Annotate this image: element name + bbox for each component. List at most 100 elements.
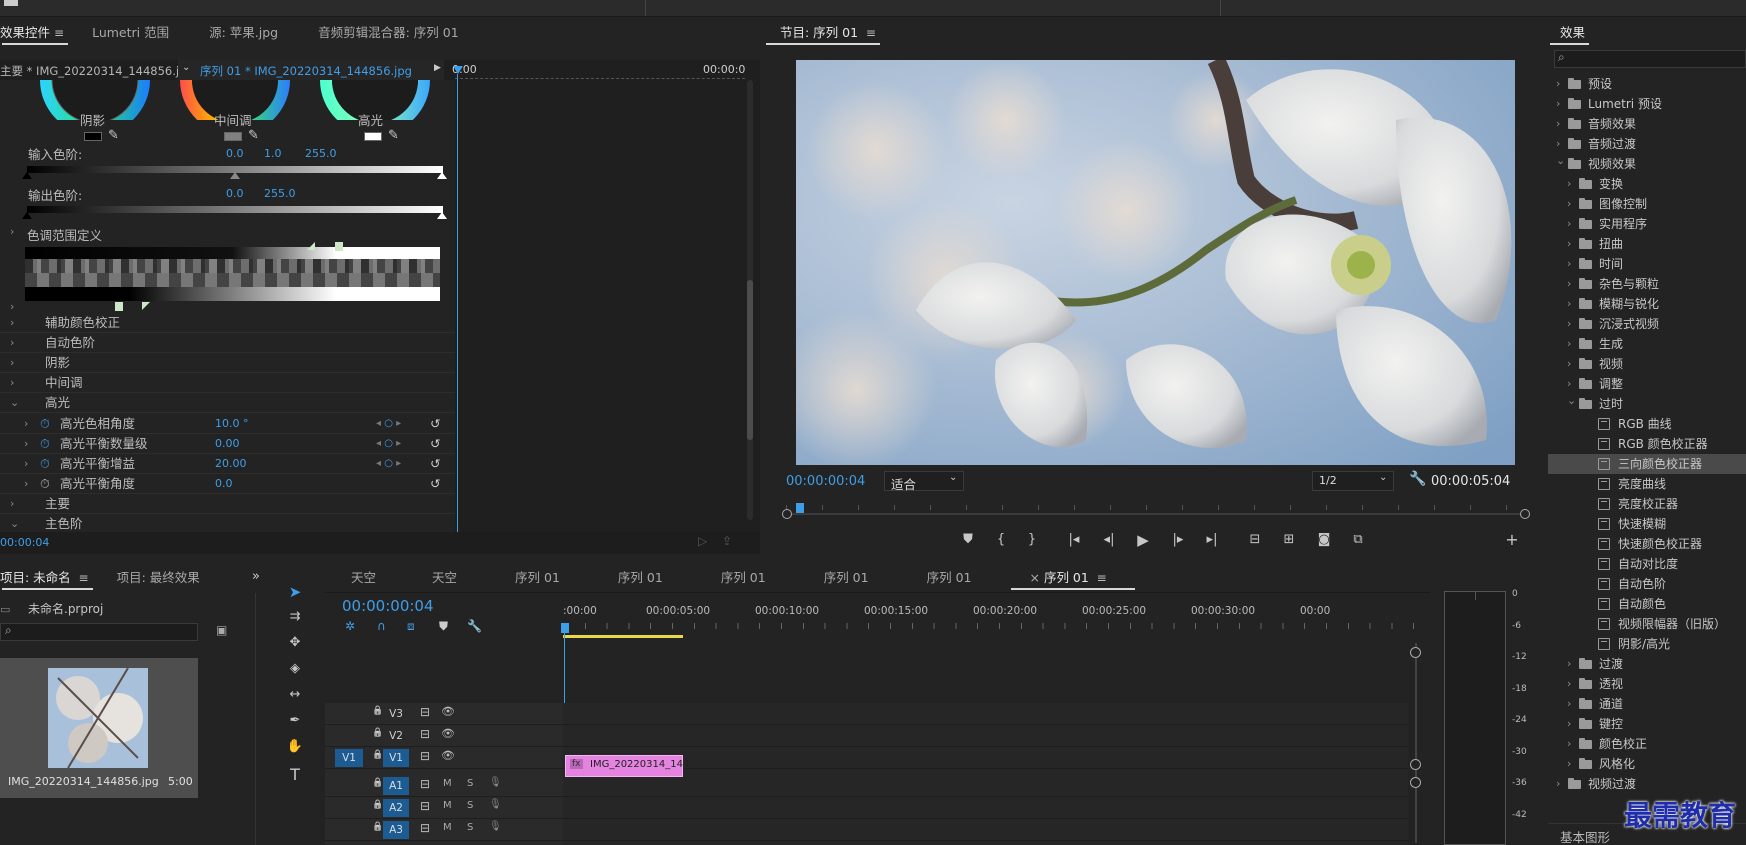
effect-folder[interactable]: › 实用程序	[1548, 214, 1746, 234]
slider-handle[interactable]	[437, 212, 447, 219]
slider-handle[interactable]	[22, 172, 32, 179]
stopwatch-icon[interactable]: ⏱	[40, 414, 50, 434]
section-row[interactable]: › 阴影	[0, 353, 455, 373]
v-scroll-handle[interactable]	[1410, 777, 1421, 788]
tab-project-final[interactable]: 项目: 最终效果	[103, 563, 214, 593]
chevron-down-icon[interactable]: ⌄	[1556, 151, 1565, 171]
effect-folder[interactable]: › 过渡	[1548, 654, 1746, 674]
property-value[interactable]: 10.0 °	[215, 414, 249, 434]
ec-scrollbar[interactable]	[747, 80, 753, 520]
keyframe-nav-icon[interactable]: ◂ ○ ▸	[376, 454, 401, 474]
lock-icon[interactable]: 🔒	[372, 778, 383, 788]
stopwatch-icon[interactable]: ⏱	[40, 434, 50, 454]
output-levels-slider[interactable]	[27, 206, 443, 213]
chevron-right-icon[interactable]: ›	[10, 300, 14, 313]
track-name[interactable]: A2	[383, 799, 409, 817]
effect-folder[interactable]: › 视频	[1548, 354, 1746, 374]
extract-icon[interactable]: ⊞	[1277, 532, 1301, 547]
timeline-tab[interactable]: 序列 01	[701, 563, 804, 593]
step-back-icon[interactable]: ◂|	[1097, 532, 1121, 547]
effect-item[interactable]: 亮度校正器	[1548, 494, 1746, 514]
master-clip-label[interactable]: 主要 * IMG_20220314_144856.jpg	[0, 63, 194, 79]
effect-folder[interactable]: › 杂色与颗粒	[1548, 274, 1746, 294]
effect-folder[interactable]: › 透视	[1548, 674, 1746, 694]
go-to-out-icon[interactable]: ▸|	[1200, 532, 1224, 547]
video-track-header[interactable]: 🔒 V2 ⊟ 👁	[325, 725, 1408, 747]
v-scroll-handle[interactable]	[1410, 647, 1421, 658]
section-row[interactable]: › 中间调	[0, 373, 455, 393]
timeline-timecode[interactable]: 00:00:00:04	[342, 597, 434, 615]
chevron-right-icon[interactable]: ›	[1567, 654, 1571, 674]
effect-folder[interactable]: › 风格化	[1548, 754, 1746, 774]
tab-effect-controls[interactable]: 效果控件 ≡	[0, 18, 78, 48]
stopwatch-icon[interactable]: ⏱	[40, 474, 50, 494]
track-name[interactable]: V3	[383, 705, 409, 723]
track-name[interactable]: V2	[383, 727, 409, 745]
sequence-clip-dropdown[interactable]: ⌄ 序列 01 * IMG_20220314_144856.jpg ▶	[178, 60, 444, 80]
panel-menu-icon[interactable]: ≡	[54, 26, 64, 40]
chevron-right-icon[interactable]: ›	[1567, 734, 1571, 754]
effect-item[interactable]: 自动色阶	[1548, 574, 1746, 594]
effect-folder[interactable]: › 变换	[1548, 174, 1746, 194]
property-row[interactable]: › ⏱ 高光色相角度 10.0 ° ◂ ○ ▸ ↺	[0, 414, 455, 434]
track-name[interactable]: A3	[383, 821, 409, 839]
razor-tool-icon[interactable]: ◈	[283, 661, 307, 676]
track-select-tool-icon[interactable]: ⇉	[283, 609, 307, 624]
reset-icon[interactable]: ↺	[430, 434, 440, 454]
chevron-right-icon[interactable]: ›	[1567, 674, 1571, 694]
timeline-tab[interactable]: × 序列 01 ≡	[1009, 563, 1144, 593]
slider-handle[interactable]	[230, 172, 240, 179]
chevron-right-icon[interactable]: ›	[1567, 254, 1571, 274]
effect-folder[interactable]: › 生成	[1548, 334, 1746, 354]
project-search[interactable]: ⌕	[0, 623, 198, 641]
effect-folder[interactable]: › 键控	[1548, 714, 1746, 734]
lift-icon[interactable]: ⊟	[1243, 532, 1267, 547]
lock-icon[interactable]: 🔒	[372, 728, 383, 738]
comparison-view-icon[interactable]: ⧉	[1346, 532, 1370, 547]
effect-item[interactable]: 自动对比度	[1548, 554, 1746, 574]
scrub-end-handle[interactable]	[782, 509, 792, 519]
track-name[interactable]: V1	[383, 749, 409, 767]
effect-folder[interactable]: › 模糊与锐化	[1548, 294, 1746, 314]
voiceover-mic-icon[interactable]: 🎙	[489, 821, 502, 832]
lock-icon[interactable]: 🔒	[372, 706, 383, 716]
play-icon[interactable]: ▶	[1131, 531, 1155, 549]
eye-icon[interactable]: 👁	[441, 749, 455, 762]
wrench-icon[interactable]: 🔧	[467, 619, 482, 633]
effect-folder[interactable]: ⌄ 过时	[1548, 394, 1746, 414]
effect-folder[interactable]: › 图像控制	[1548, 194, 1746, 214]
mute-button[interactable]: M	[443, 800, 452, 811]
tab-audio-clip-mixer[interactable]: 音频剪辑混合器: 序列 01	[292, 18, 473, 48]
sync-lock-icon[interactable]: ⊟	[420, 777, 430, 791]
program-current-time[interactable]: 00:00:00:04	[786, 474, 865, 489]
sync-lock-icon[interactable]: ⊟	[420, 799, 430, 813]
effect-folder[interactable]: › Lumetri 预设	[1548, 94, 1746, 114]
tone-handle[interactable]	[307, 242, 315, 250]
timeline-ruler[interactable]: :00:00 00:00:05:00 00:00:10:00 00:00:15:00 0…	[563, 605, 1423, 635]
mark-out-icon[interactable]: }	[1020, 532, 1044, 547]
chevron-right-icon[interactable]: ›	[1567, 694, 1571, 714]
filter-icon[interactable]: ▷	[698, 534, 707, 548]
mute-button[interactable]: M	[443, 822, 452, 833]
effect-folder[interactable]: › 预设	[1548, 74, 1746, 94]
effect-folder[interactable]: › 颜色校正	[1548, 734, 1746, 754]
chevron-right-icon[interactable]: ›	[1556, 114, 1560, 134]
timeline-tab[interactable]: 序列 01	[495, 563, 598, 593]
effects-search[interactable]: ⌕	[1554, 50, 1746, 68]
effect-folder[interactable]: › 视频过渡	[1548, 774, 1746, 794]
scrub-playhead[interactable]	[796, 503, 804, 513]
effect-folder[interactable]: › 时间	[1548, 254, 1746, 274]
chevron-right-icon[interactable]: ›	[10, 225, 14, 238]
keyframe-nav-icon[interactable]: ◂ ○ ▸	[376, 434, 401, 454]
sync-lock-icon[interactable]: ⊟	[420, 705, 430, 719]
slider-handle[interactable]	[437, 172, 447, 179]
panel-menu-icon[interactable]: ≡	[862, 26, 876, 40]
eyedropper-icon[interactable]: ✎	[248, 128, 259, 143]
eye-icon[interactable]: 👁	[441, 727, 455, 740]
effect-item[interactable]: 视频限幅器（旧版）	[1548, 614, 1746, 634]
property-row[interactable]: › ⏱ 高光平衡增益 20.00 ◂ ○ ▸ ↺	[0, 454, 455, 474]
linked-selection-icon[interactable]: ⧈	[407, 619, 415, 634]
effect-item[interactable]: 快速颜色校正器	[1548, 534, 1746, 554]
output-black-value[interactable]: 0.0	[226, 187, 244, 200]
close-icon[interactable]: ×	[1029, 570, 1043, 585]
